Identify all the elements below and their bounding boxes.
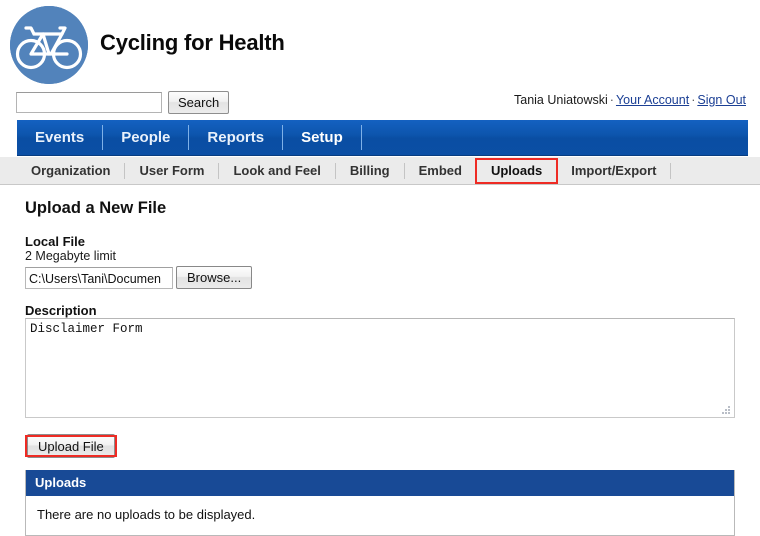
utility-row: Search Tania Uniatowski · Your Account · Sig… (0, 91, 760, 118)
local-file-label: Local File (25, 234, 85, 249)
search-input[interactable] (16, 92, 162, 113)
nav-divider (360, 125, 362, 150)
browse-button[interactable]: Browse... (176, 266, 253, 289)
file-path-input[interactable]: C:\Users\Tani\Documen (25, 266, 173, 289)
subnav-item-organization[interactable]: Organization (17, 157, 124, 185)
subnav-item-look-and-feel[interactable]: Look and Feel (219, 157, 334, 185)
nav-item-events[interactable]: Events (17, 120, 102, 155)
subnav-item-uploads[interactable]: Uploads (474, 157, 559, 185)
subnav-item-embed[interactable]: Embed (405, 157, 476, 185)
search-button[interactable]: Search (168, 91, 230, 114)
sign-out-link[interactable]: Sign Out (697, 93, 746, 107)
uploads-table: Uploads There are no uploads to be displ… (25, 470, 735, 536)
nav-item-reports[interactable]: Reports (189, 120, 282, 155)
subnav-item-billing[interactable]: Billing (336, 157, 404, 185)
your-account-link[interactable]: Your Account (616, 93, 689, 107)
uploads-table-empty-message: There are no uploads to be displayed. (26, 496, 734, 535)
secondary-navigation: Organization User Form Look and Feel Bil… (0, 157, 760, 185)
description-textarea[interactable] (25, 318, 735, 418)
page-heading: Upload a New File (25, 199, 167, 217)
subnav-item-user-form[interactable]: User Form (125, 157, 218, 185)
primary-navigation: Events People Reports Setup (17, 120, 748, 156)
page-header: Cycling for Health (0, 0, 760, 90)
nav-item-setup[interactable]: Setup (283, 120, 361, 155)
local-file-size-hint: 2 Megabyte limit (25, 249, 117, 263)
description-label: Description (25, 303, 97, 318)
nav-item-people[interactable]: People (103, 120, 188, 155)
subnav-item-import-export[interactable]: Import/Export (557, 157, 670, 185)
account-user-name: Tania Uniatowski (514, 93, 608, 107)
file-upload-row: C:\Users\Tani\Documen Browse... (25, 266, 253, 289)
site-logo (10, 6, 88, 84)
bicycle-logo-icon (10, 6, 88, 84)
account-separator-1: · (609, 93, 614, 107)
page-title-site-name: Cycling for Health (100, 30, 285, 55)
upload-file-button-wrapper: Upload File (25, 434, 117, 458)
account-links: Tania Uniatowski · Your Account · Sign Out (514, 93, 746, 107)
upload-file-button[interactable]: Upload File (27, 434, 115, 458)
subnav-divider (670, 162, 672, 179)
uploads-table-header: Uploads (26, 470, 734, 496)
